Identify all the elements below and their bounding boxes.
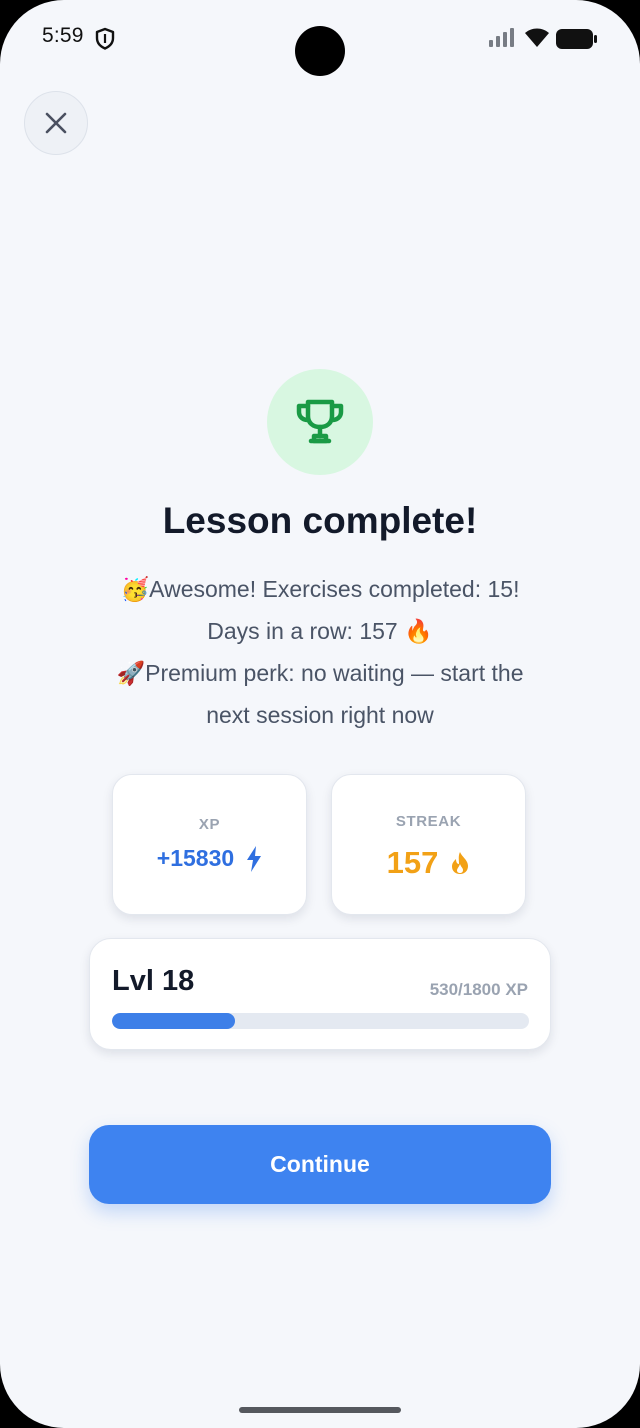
xp-value-row: +15830 [113, 845, 306, 872]
wifi-icon [525, 28, 549, 47]
home-indicator[interactable] [239, 1407, 401, 1413]
battery-icon [556, 29, 597, 49]
xp-value: +15830 [156, 845, 235, 871]
message-line-streak: Days in a row: 157 🔥 [207, 618, 433, 644]
message-line-premium-1: 🚀Premium perk: no waiting — start the [116, 660, 524, 686]
close-icon [45, 112, 67, 134]
xp-card: XP +15830 [112, 774, 307, 915]
shield-icon [95, 27, 115, 50]
level-title: Lvl 18 [112, 965, 195, 997]
level-progress-bar [112, 1013, 529, 1029]
streak-card: STREAK 157 [331, 774, 526, 915]
lightning-icon [247, 845, 262, 872]
trophy-badge [267, 369, 373, 475]
signal-icon [489, 28, 514, 47]
streak-value-row: 157 [332, 845, 525, 881]
level-progress-fill [112, 1013, 235, 1029]
level-xp-text: 530/1800 XP [429, 980, 528, 999]
message-line-premium: 🚀Premium perk: no waiting — start the ne… [70, 652, 570, 736]
continue-button[interactable]: Continue [89, 1125, 551, 1204]
phone-screen: 5:59 Lesson complete! 🥳Awesome! Exercise… [0, 0, 640, 1428]
flame-icon [452, 852, 469, 874]
level-card: Lvl 18 530/1800 XP [89, 938, 551, 1050]
message-line-premium-2: next session right now [206, 702, 434, 728]
page-title: Lesson complete! [162, 500, 478, 541]
front-camera [295, 26, 345, 76]
xp-label: XP [198, 816, 221, 833]
streak-label: STREAK [395, 813, 462, 830]
message-line-exercises: 🥳Awesome! Exercises completed: 15! [120, 576, 520, 602]
status-time: 5:59 [42, 24, 84, 47]
streak-value: 157 [386, 845, 439, 880]
close-button[interactable] [24, 91, 88, 155]
trophy-icon [296, 399, 344, 444]
